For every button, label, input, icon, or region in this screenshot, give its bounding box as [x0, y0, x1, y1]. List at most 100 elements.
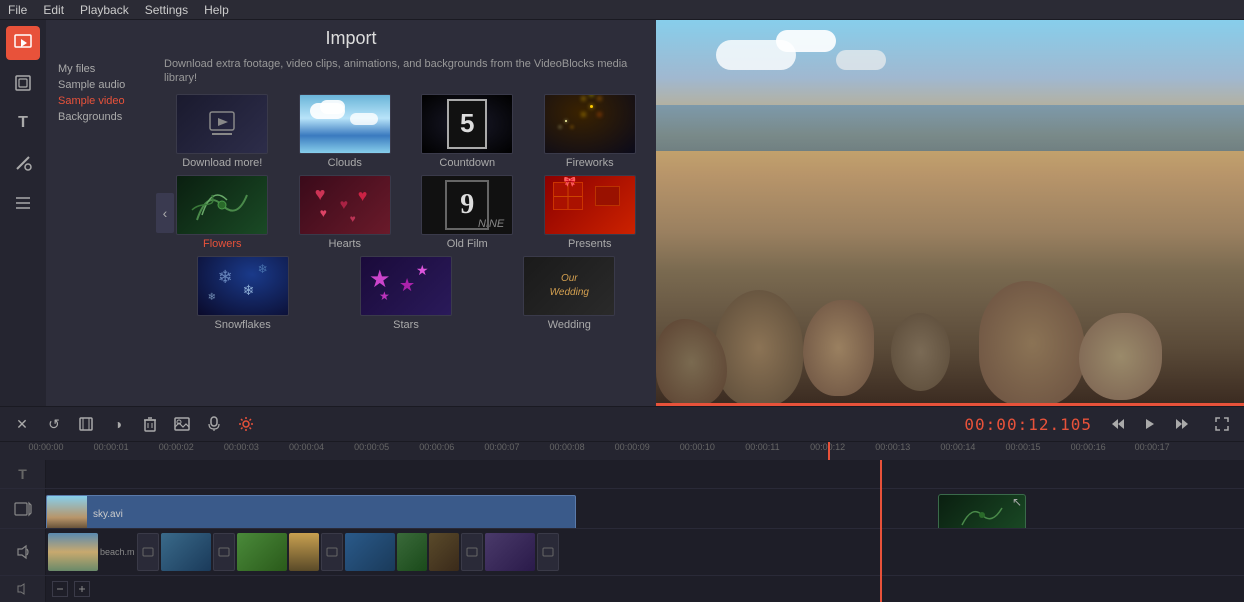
import-body: ‹ My files Sample audio Sample video Bac…: [46, 53, 656, 406]
thumb-item-hearts[interactable]: ♥ ♥ ♥ ♥ ♥ Hearts: [287, 175, 404, 250]
ruler-mark-5: 00:00:05: [354, 442, 389, 452]
content-area: Import ‹ My files Sample audio Sample vi…: [46, 20, 1244, 406]
bottom-thumb-2[interactable]: [161, 533, 211, 571]
thumb-item-clouds[interactable]: Clouds: [287, 94, 404, 169]
bottom-thumb-icon5[interactable]: [537, 533, 559, 571]
track-content-video[interactable]: sky.avi Flowers ↖: [46, 489, 1244, 528]
bottom-thumb-5[interactable]: [345, 533, 395, 571]
mic-tool-btn[interactable]: [200, 410, 228, 438]
ruler-mark-1: 00:00:01: [94, 442, 129, 452]
preview-video[interactable]: [656, 20, 1244, 406]
settings-icon: [238, 416, 254, 432]
import-icon: [13, 33, 33, 53]
forward-btn[interactable]: [1168, 410, 1196, 438]
close-tool-btn[interactable]: ✕: [8, 410, 36, 438]
sidebar-icon-text[interactable]: T: [6, 106, 40, 140]
bottom-thumb-4[interactable]: [289, 533, 319, 571]
image-tool-btn[interactable]: [168, 410, 196, 438]
bottom-thumb-7[interactable]: [429, 533, 459, 571]
sidebar-icon-import[interactable]: [6, 26, 40, 60]
bottom-thumb-label-beach: beach.m: [100, 547, 135, 557]
delete-tool-btn[interactable]: [136, 410, 164, 438]
wedding-text: OurWedding: [550, 272, 589, 300]
track-audio: beach.m: [0, 529, 1244, 576]
bottom-thumb-beach[interactable]: [48, 533, 98, 571]
thumb-label-wedding: Wedding: [548, 319, 591, 331]
settings-tool-btn[interactable]: [232, 410, 260, 438]
sidebar-icon-menu[interactable]: [6, 186, 40, 220]
flowers-clip-svg: [957, 500, 1007, 528]
thumb-item-download[interactable]: Download more!: [164, 94, 281, 169]
menu-item-edit[interactable]: Edit: [43, 3, 64, 17]
thumb-label-download: Download more!: [182, 157, 262, 169]
bottom-thumb-icon1[interactable]: [137, 533, 159, 571]
clip-name-sky: sky.avi: [87, 509, 129, 520]
track-label-audio: [0, 529, 46, 575]
file-tree-backgrounds[interactable]: Backgrounds: [54, 109, 148, 125]
menu-item-help[interactable]: Help: [204, 3, 229, 17]
thumb-label-stars: Stars: [393, 319, 419, 331]
thumb-img-hearts: ♥ ♥ ♥ ♥ ♥: [299, 175, 391, 235]
sidebar-icon-files[interactable]: [6, 66, 40, 100]
track-ctrl-icon1: [56, 585, 64, 593]
thumb-item-fireworks[interactable]: Fireworks: [532, 94, 649, 169]
timeline: 00:00:00 00:00:01 00:00:02 00:00:03 00:0…: [0, 442, 1244, 602]
clip-thumb-sky: [47, 496, 87, 528]
clip-icon-3: [326, 546, 338, 558]
track-video: sky.avi Flowers ↖: [0, 489, 1244, 529]
cursor: ↖: [1012, 495, 1022, 509]
menu-item-playback[interactable]: Playback: [80, 3, 129, 17]
contrast-tool-btn[interactable]: ◑: [104, 410, 132, 438]
main-area: T Import ‹ My files: [0, 20, 1244, 406]
bottom-track-row: beach.m: [46, 529, 1244, 575]
bottom-thumb-3[interactable]: [237, 533, 287, 571]
track-control-btn1[interactable]: [52, 581, 68, 597]
bottom-thumb-icon3[interactable]: [321, 533, 343, 571]
thumb-item-oldfilm[interactable]: 9 NINE Old Film: [409, 175, 526, 250]
bottom-thumb-icon4[interactable]: [461, 533, 483, 571]
bottom-thumb-icon2[interactable]: [213, 533, 235, 571]
thumb-item-presents[interactable]: 🎀 Presents: [532, 175, 649, 250]
nav-chevron-left[interactable]: ‹: [156, 193, 174, 233]
timeline-ruler[interactable]: 00:00:00 00:00:01 00:00:02 00:00:03 00:0…: [0, 442, 1244, 460]
track-content-audio[interactable]: beach.m: [46, 529, 1244, 575]
preview-area: [656, 20, 1244, 406]
sidebar-icon-color[interactable]: [6, 146, 40, 180]
file-tree-sampleaudio[interactable]: Sample audio: [54, 77, 148, 93]
timecode-red: 12.105: [1028, 415, 1092, 434]
ruler-mark-0: 00:00:00: [28, 442, 63, 452]
crop-tool-btn[interactable]: [72, 410, 100, 438]
bottom-thumb-6[interactable]: [397, 533, 427, 571]
track-label-video: [0, 489, 46, 528]
playback-controls: [1104, 410, 1236, 438]
menu-item-file[interactable]: File: [8, 3, 27, 17]
download-icon: [206, 108, 238, 140]
track-control-btn2[interactable]: [74, 581, 90, 597]
thumb-img-flowers: [176, 175, 268, 235]
thumb-label-clouds: Clouds: [328, 157, 362, 169]
track-label-controls: [0, 576, 46, 602]
file-tree-myfiles[interactable]: My files: [54, 61, 148, 77]
video-clip-sky[interactable]: sky.avi: [46, 495, 576, 528]
thumb-item-flowers[interactable]: Flowers: [164, 175, 281, 250]
thumb-item-wedding[interactable]: OurWedding Wedding: [491, 256, 648, 331]
bottom-thumb-8[interactable]: [485, 533, 535, 571]
thumb-grid-row3: ❄ ❄ ❄ ❄ Snowflakes: [164, 256, 648, 331]
ruler-mark-15: 00:00:15: [1005, 442, 1040, 452]
track-content-text[interactable]: [46, 460, 1244, 488]
ruler-mark-4: 00:00:04: [289, 442, 324, 452]
clip-icon-4: [466, 546, 478, 558]
play-btn[interactable]: [1136, 410, 1164, 438]
rewind-btn[interactable]: [1104, 410, 1132, 438]
thumb-item-stars[interactable]: ★ ★ ★ ★ Stars: [327, 256, 484, 331]
track-text: T: [0, 460, 1244, 489]
fullscreen-btn[interactable]: [1208, 410, 1236, 438]
ruler-mark-14: 00:00:14: [940, 442, 975, 452]
thumb-item-snowflakes[interactable]: ❄ ❄ ❄ ❄ Snowflakes: [164, 256, 321, 331]
menu-item-settings[interactable]: Settings: [145, 3, 188, 17]
track-content-controls[interactable]: [46, 576, 1244, 602]
undo-tool-btn[interactable]: ↺: [40, 410, 68, 438]
track-ctrl-icon2: [78, 585, 86, 593]
thumb-item-countdown[interactable]: 5 Countdown: [409, 94, 526, 169]
file-tree-samplevideo[interactable]: Sample video: [54, 93, 148, 109]
